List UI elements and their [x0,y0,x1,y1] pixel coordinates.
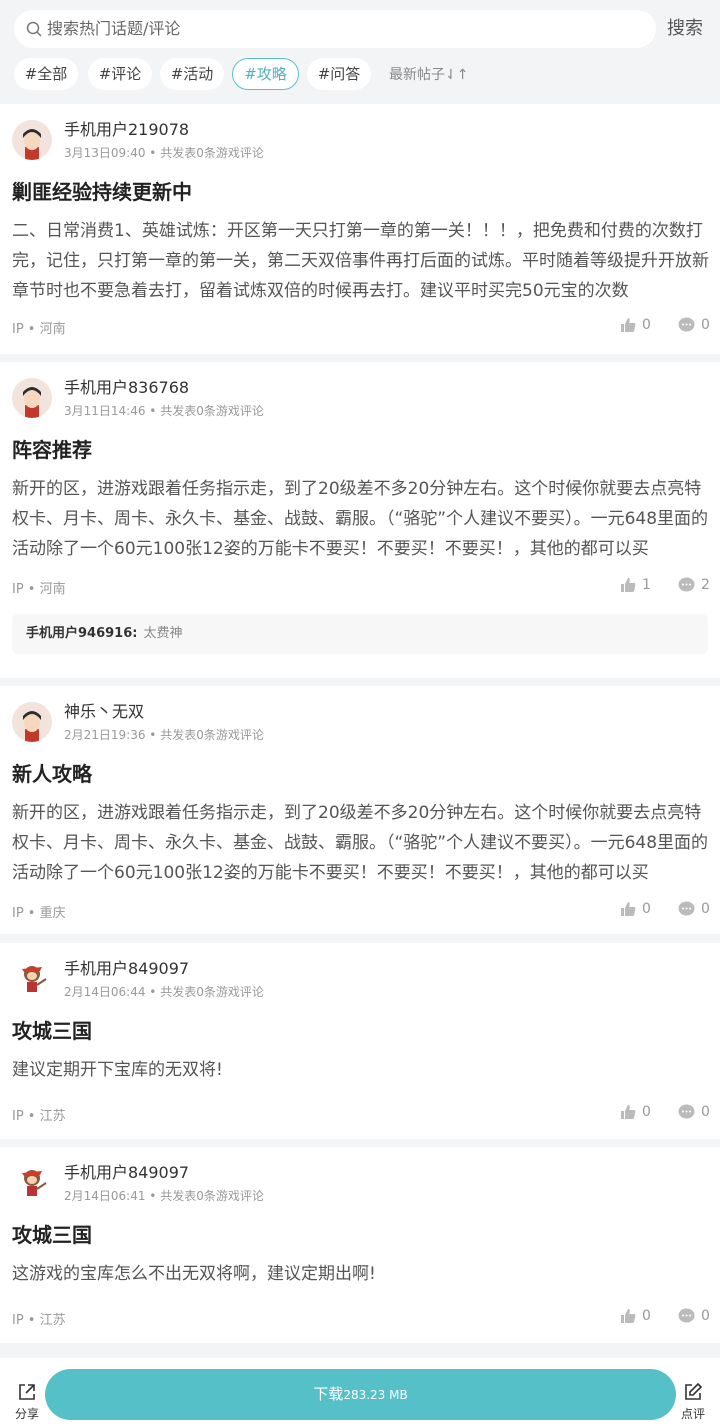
search-input[interactable]: 搜索热门话题/评论 [14,10,656,48]
post-body[interactable]: 二、日常消费1、英雄试炼：开区第一天只打第一章的第一关！！！，把免费和付费的次数… [12,216,710,306]
post-meta: 2月14日06:41 • 共发表0条游戏评论 [64,1189,264,1203]
post-title[interactable]: 攻城三国 [12,1219,92,1248]
avatar[interactable] [12,1163,52,1203]
like-count: 0 [642,1308,651,1324]
like-button[interactable]: 0 [620,317,651,333]
edit-icon [685,1382,703,1400]
reply-username: 手机用户946916: [26,626,138,641]
thumbs-up-icon [621,1309,636,1323]
reply-text: 太费神 [143,626,183,641]
post-meta: 3月11日14:46 • 共发表0条游戏评论 [64,404,264,418]
user-avatar-icon [23,711,41,742]
post-body[interactable]: 建议定期开下宝库的无双将! [12,1055,710,1085]
bottom-action-bar: 分享 下载283.23 MB 点评 [0,1358,720,1427]
ip-location: IP • 重庆 [12,906,66,921]
like-count: 0 [642,1104,651,1120]
comment-icon [678,317,695,332]
comment-button[interactable]: 0 [678,901,710,917]
post-card[interactable]: 手机用户219078 3月13日09:40 • 共发表0条游戏评论 剿匪经验持续… [0,104,720,354]
avatar[interactable] [12,702,52,742]
sort-dropdown[interactable]: 最新帖子⇃↑ [389,58,468,92]
comment-icon [678,901,695,916]
like-count: 0 [642,901,651,917]
post-card[interactable]: 神乐丶无双 2月21日19:36 • 共发表0条游戏评论 新人攻略 新开的区，进… [0,686,720,934]
ip-location: IP • 江苏 [12,1313,66,1328]
user-avatar-icon [23,387,41,418]
search-button[interactable]: 搜索 [667,10,703,48]
post-title[interactable]: 剿匪经验持续更新中 [12,176,192,205]
post-title[interactable]: 新人攻略 [12,758,92,787]
post-card[interactable]: 手机用户849097 2月14日06:41 • 共发表0条游戏评论 攻城三国 这… [0,1147,720,1343]
post-body[interactable]: 新开的区，进游戏跟着任务指示走，到了20级差不多20分钟左右。这个时候你就要去点… [12,474,710,564]
user-avatar-icon [23,129,41,160]
ip-location: IP • 河南 [12,582,66,597]
tag-qa[interactable]: #问答 [307,58,371,90]
post-body[interactable]: 这游戏的宝库怎么不出无双将啊，建议定期出啊! [12,1259,710,1289]
comment-button[interactable]: 0 [678,317,710,333]
comment-button[interactable]: 2 [678,577,710,593]
post-title[interactable]: 攻城三国 [12,1015,92,1044]
thumbs-up-icon [621,318,636,332]
comment-icon [678,577,695,592]
comment-count: 0 [701,1104,710,1120]
search-placeholder: 搜索热门话题/评论 [47,19,181,38]
post-meta: 3月13日09:40 • 共发表0条游戏评论 [64,146,264,160]
share-button[interactable]: 分享 [12,1382,42,1422]
like-button[interactable]: 1 [620,577,651,593]
username[interactable]: 手机用户836768 [64,374,189,398]
download-size: 283.23 MB [343,1388,408,1402]
review-button[interactable]: 点评 [678,1382,708,1422]
ip-location: IP • 江苏 [12,1109,66,1124]
post-body[interactable]: 新开的区，进游戏跟着任务指示走，到了20级差不多20分钟左右。这个时候你就要去点… [12,798,710,888]
top-bar: 搜索热门话题/评论 搜索 #全部 #评论 #活动 #攻略 #问答 最新帖子⇃↑ [0,0,720,104]
comment-count: 2 [701,577,710,593]
like-count: 0 [642,317,651,333]
thumbs-up-icon [621,902,636,916]
tag-all[interactable]: #全部 [14,58,78,90]
comment-count: 0 [701,901,710,917]
share-label: 分享 [14,1407,39,1421]
avatar[interactable] [12,378,52,418]
comment-icon [678,1104,695,1119]
review-label: 点评 [680,1407,705,1421]
comment-icon [678,1308,695,1323]
avatar[interactable] [12,959,52,999]
post-card[interactable]: 手机用户849097 2月14日06:44 • 共发表0条游戏评论 攻城三国 建… [0,943,720,1139]
username[interactable]: 手机用户849097 [64,955,189,979]
ip-location: IP • 河南 [12,322,66,337]
avatar[interactable] [12,120,52,160]
like-button[interactable]: 0 [620,1308,651,1324]
username[interactable]: 手机用户219078 [64,116,189,140]
reply-preview[interactable]: 手机用户946916: 太费神 [12,614,708,654]
like-button[interactable]: 0 [620,901,651,917]
post-meta: 2月21日19:36 • 共发表0条游戏评论 [64,728,264,742]
comment-count: 0 [701,1308,710,1324]
download-button[interactable]: 下载283.23 MB [45,1369,676,1420]
username[interactable]: 手机用户849097 [64,1159,189,1183]
tag-activity[interactable]: #活动 [160,58,224,90]
tag-guide[interactable]: #攻略 [232,58,299,90]
comment-count: 0 [701,317,710,333]
search-icon [26,21,42,37]
download-label: 下载 [313,1385,344,1403]
like-button[interactable]: 0 [620,1104,651,1120]
username[interactable]: 神乐丶无双 [64,698,144,722]
like-count: 1 [642,577,651,593]
share-icon [19,1384,35,1400]
thumbs-up-icon [621,578,636,592]
post-meta: 2月14日06:44 • 共发表0条游戏评论 [64,985,264,999]
post-card[interactable]: 手机用户836768 3月11日14:46 • 共发表0条游戏评论 阵容推荐 新… [0,362,720,678]
comment-button[interactable]: 0 [678,1104,710,1120]
tag-comment[interactable]: #评论 [88,58,152,90]
thumbs-up-icon [621,1105,636,1119]
comment-button[interactable]: 0 [678,1308,710,1324]
monkey-avatar-icon [22,966,47,992]
post-title[interactable]: 阵容推荐 [12,434,92,463]
monkey-avatar-icon [22,1170,47,1196]
